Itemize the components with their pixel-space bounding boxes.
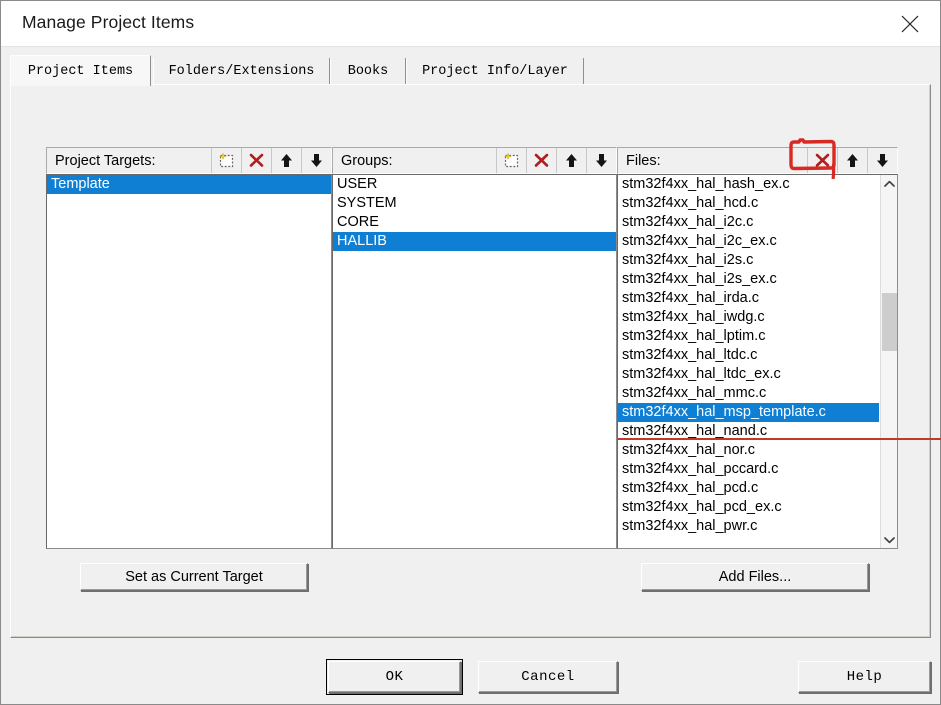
tab-books[interactable]: Books bbox=[330, 58, 406, 85]
list-item[interactable]: stm32f4xx_hal_i2s.c bbox=[618, 251, 879, 270]
list-item[interactable]: stm32f4xx_hal_irda.c bbox=[618, 289, 879, 308]
list-item[interactable]: CORE bbox=[333, 213, 616, 232]
list-item[interactable]: stm32f4xx_hal_pwr.c bbox=[618, 517, 879, 536]
groups-toolbar bbox=[496, 148, 616, 173]
project-targets-listbox[interactable]: Template bbox=[46, 174, 332, 549]
files-header: Files: bbox=[617, 147, 898, 174]
tab-label: Project Items bbox=[27, 63, 134, 79]
tab-content-panel: Project Targets: Template Groups: USER S… bbox=[10, 84, 931, 638]
delete-icon[interactable] bbox=[526, 148, 556, 173]
files-toolbar bbox=[807, 148, 897, 173]
list-item[interactable]: USER bbox=[333, 175, 616, 194]
move-down-icon[interactable] bbox=[867, 148, 897, 173]
list-item[interactable]: HALLIB bbox=[333, 232, 616, 251]
project-targets-toolbar bbox=[211, 148, 331, 173]
set-as-current-target-button[interactable]: Set as Current Target bbox=[80, 563, 308, 591]
project-targets-label: Project Targets: bbox=[55, 152, 156, 169]
list-item[interactable]: stm32f4xx_hal_iwdg.c bbox=[618, 308, 879, 327]
move-up-icon[interactable] bbox=[271, 148, 301, 173]
tab-project-items[interactable]: Project Items bbox=[10, 55, 151, 86]
files-scrollbar[interactable] bbox=[880, 175, 897, 548]
ok-button[interactable]: OK bbox=[326, 659, 463, 695]
tab-project-info-layer[interactable]: Project Info/Layer bbox=[406, 58, 584, 85]
scroll-down-icon[interactable] bbox=[881, 531, 897, 548]
scroll-up-icon[interactable] bbox=[881, 175, 897, 192]
tab-label: Folders/Extensions bbox=[168, 64, 315, 79]
move-up-icon[interactable] bbox=[837, 148, 867, 173]
list-item[interactable]: stm32f4xx_hal_ltdc.c bbox=[618, 346, 879, 365]
button-label: Set as Current Target bbox=[125, 569, 263, 585]
selected-file-row[interactable]: stm32f4xx_hal_msp_template.c bbox=[618, 403, 879, 422]
list-item[interactable]: stm32f4xx_hal_hash_ex.c bbox=[618, 175, 879, 194]
list-item[interactable]: stm32f4xx_hal_i2c_ex.c bbox=[618, 232, 879, 251]
list-item[interactable]: stm32f4xx_hal_nand.c bbox=[618, 422, 879, 441]
tab-strip: Project Items Folders/Extensions Books P… bbox=[10, 55, 931, 86]
tab-label: Books bbox=[347, 64, 389, 79]
list-item[interactable]: stm32f4xx_hal_pcd_ex.c bbox=[618, 498, 879, 517]
tab-label: Project Info/Layer bbox=[422, 64, 568, 79]
new-item-icon[interactable] bbox=[496, 148, 526, 173]
dialog-title: Manage Project Items bbox=[22, 12, 195, 32]
list-item[interactable]: stm32f4xx_hal_ltdc_ex.c bbox=[618, 365, 879, 384]
delete-icon bbox=[815, 153, 830, 167]
list-item[interactable]: SYSTEM bbox=[333, 194, 616, 213]
files-label: Files: bbox=[626, 152, 661, 169]
tab-folders-extensions[interactable]: Folders/Extensions bbox=[153, 58, 330, 85]
button-label: Add Files... bbox=[718, 569, 792, 585]
list-item[interactable]: stm32f4xx_hal_mmc.c bbox=[618, 384, 879, 403]
scrollbar-thumb[interactable] bbox=[882, 293, 897, 351]
new-item-icon[interactable] bbox=[211, 148, 241, 173]
files-delete-button[interactable] bbox=[807, 148, 837, 173]
groups-listbox[interactable]: USER SYSTEM CORE HALLIB bbox=[332, 174, 617, 549]
delete-icon[interactable] bbox=[241, 148, 271, 173]
list-item[interactable]: stm32f4xx_hal_hcd.c bbox=[618, 194, 879, 213]
button-label: Cancel bbox=[521, 669, 575, 685]
list-item[interactable]: Template bbox=[47, 175, 331, 194]
manage-project-items-dialog: Manage Project Items Project Items Folde… bbox=[0, 0, 941, 705]
list-item[interactable]: stm32f4xx_hal_lptim.c bbox=[618, 327, 879, 346]
list-item[interactable]: stm32f4xx_hal_pccard.c bbox=[618, 460, 879, 479]
button-label: Help bbox=[846, 669, 883, 685]
groups-header: Groups: bbox=[332, 147, 617, 174]
files-row-container: stm32f4xx_hal_hash_ex.c stm32f4xx_hal_hcd… bbox=[618, 175, 879, 536]
files-listbox[interactable]: stm32f4xx_hal_hash_ex.c stm32f4xx_hal_hcd… bbox=[617, 174, 898, 549]
button-label: OK bbox=[385, 669, 404, 685]
list-item[interactable]: stm32f4xx_hal_pcd.c bbox=[618, 479, 879, 498]
help-button[interactable]: Help bbox=[798, 661, 931, 693]
close-icon[interactable] bbox=[888, 5, 932, 43]
list-item[interactable]: stm32f4xx_hal_i2s_ex.c bbox=[618, 270, 879, 289]
groups-label: Groups: bbox=[341, 152, 393, 169]
list-item[interactable]: stm32f4xx_hal_nor.c bbox=[618, 441, 879, 460]
cancel-button[interactable]: Cancel bbox=[478, 661, 618, 693]
list-item[interactable]: stm32f4xx_hal_i2c.c bbox=[618, 213, 879, 232]
move-down-icon[interactable] bbox=[301, 148, 331, 173]
move-down-icon[interactable] bbox=[586, 148, 616, 173]
project-targets-header: Project Targets: bbox=[46, 147, 332, 174]
move-up-icon[interactable] bbox=[556, 148, 586, 173]
dialog-titlebar: Manage Project Items bbox=[1, 1, 940, 47]
add-files-button[interactable]: Add Files... bbox=[641, 563, 869, 591]
